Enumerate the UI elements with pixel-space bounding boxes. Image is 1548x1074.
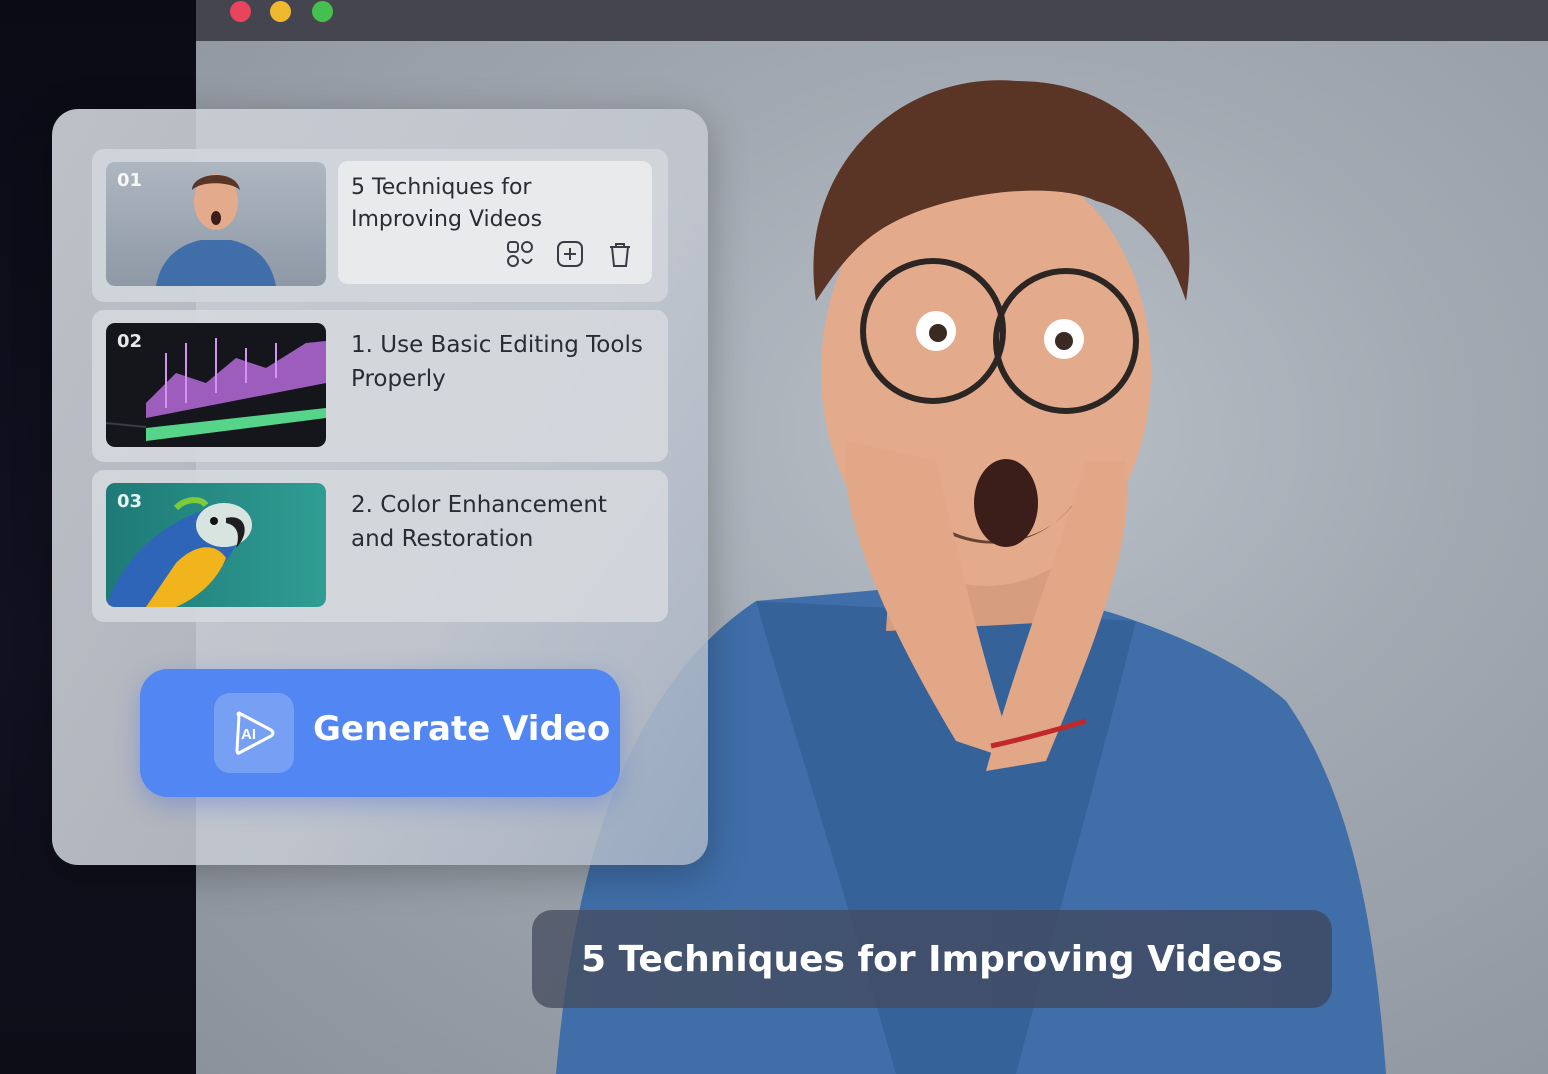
scene-item[interactable]: 01 5 Techniques for Improving Videos — [92, 149, 668, 302]
add-icon — [557, 241, 583, 267]
maximize-window-button[interactable] — [312, 1, 333, 22]
scene-item[interactable]: 02 1. Use Basic Editing Tools Properly — [92, 310, 668, 462]
replace-media-button[interactable] — [502, 236, 538, 272]
scene-number: 02 — [117, 331, 143, 352]
replace-media-icon — [507, 241, 533, 267]
close-window-button[interactable] — [230, 1, 251, 22]
scene-thumbnail: 02 — [106, 323, 326, 447]
scene-title-card[interactable]: 5 Techniques for Improving Videos — [338, 161, 652, 284]
scene-item[interactable]: 03 2. Color Enhancement and Restoration — [92, 470, 668, 622]
scene-actions — [502, 236, 638, 272]
delete-scene-button[interactable] — [602, 236, 638, 272]
add-scene-button[interactable] — [552, 236, 588, 272]
ai-play-icon: AI — [214, 693, 294, 773]
trash-icon — [610, 243, 630, 267]
scene-number: 01 — [117, 170, 143, 191]
title-bar — [196, 0, 1548, 41]
svg-text:AI: AI — [241, 726, 256, 743]
video-caption: 5 Techniques for Improving Videos — [532, 910, 1332, 1008]
scene-title: 5 Techniques for Improving Videos — [351, 175, 543, 232]
scene-title: 1. Use Basic Editing Tools Properly — [351, 332, 643, 392]
generate-video-label: Generate Video — [313, 709, 611, 749]
scene-title: 2. Color Enhancement and Restoration — [351, 492, 607, 552]
scene-panel: 01 5 Techniques for Improving Videos 02 … — [52, 109, 708, 865]
scene-thumbnail: 01 — [106, 162, 326, 286]
caption-text: 5 Techniques for Improving Videos — [581, 938, 1283, 980]
generate-video-button[interactable]: AI Generate Video — [140, 669, 620, 797]
minimize-window-button[interactable] — [270, 1, 291, 22]
scene-thumbnail: 03 — [106, 483, 326, 607]
scene-number: 03 — [117, 491, 143, 512]
